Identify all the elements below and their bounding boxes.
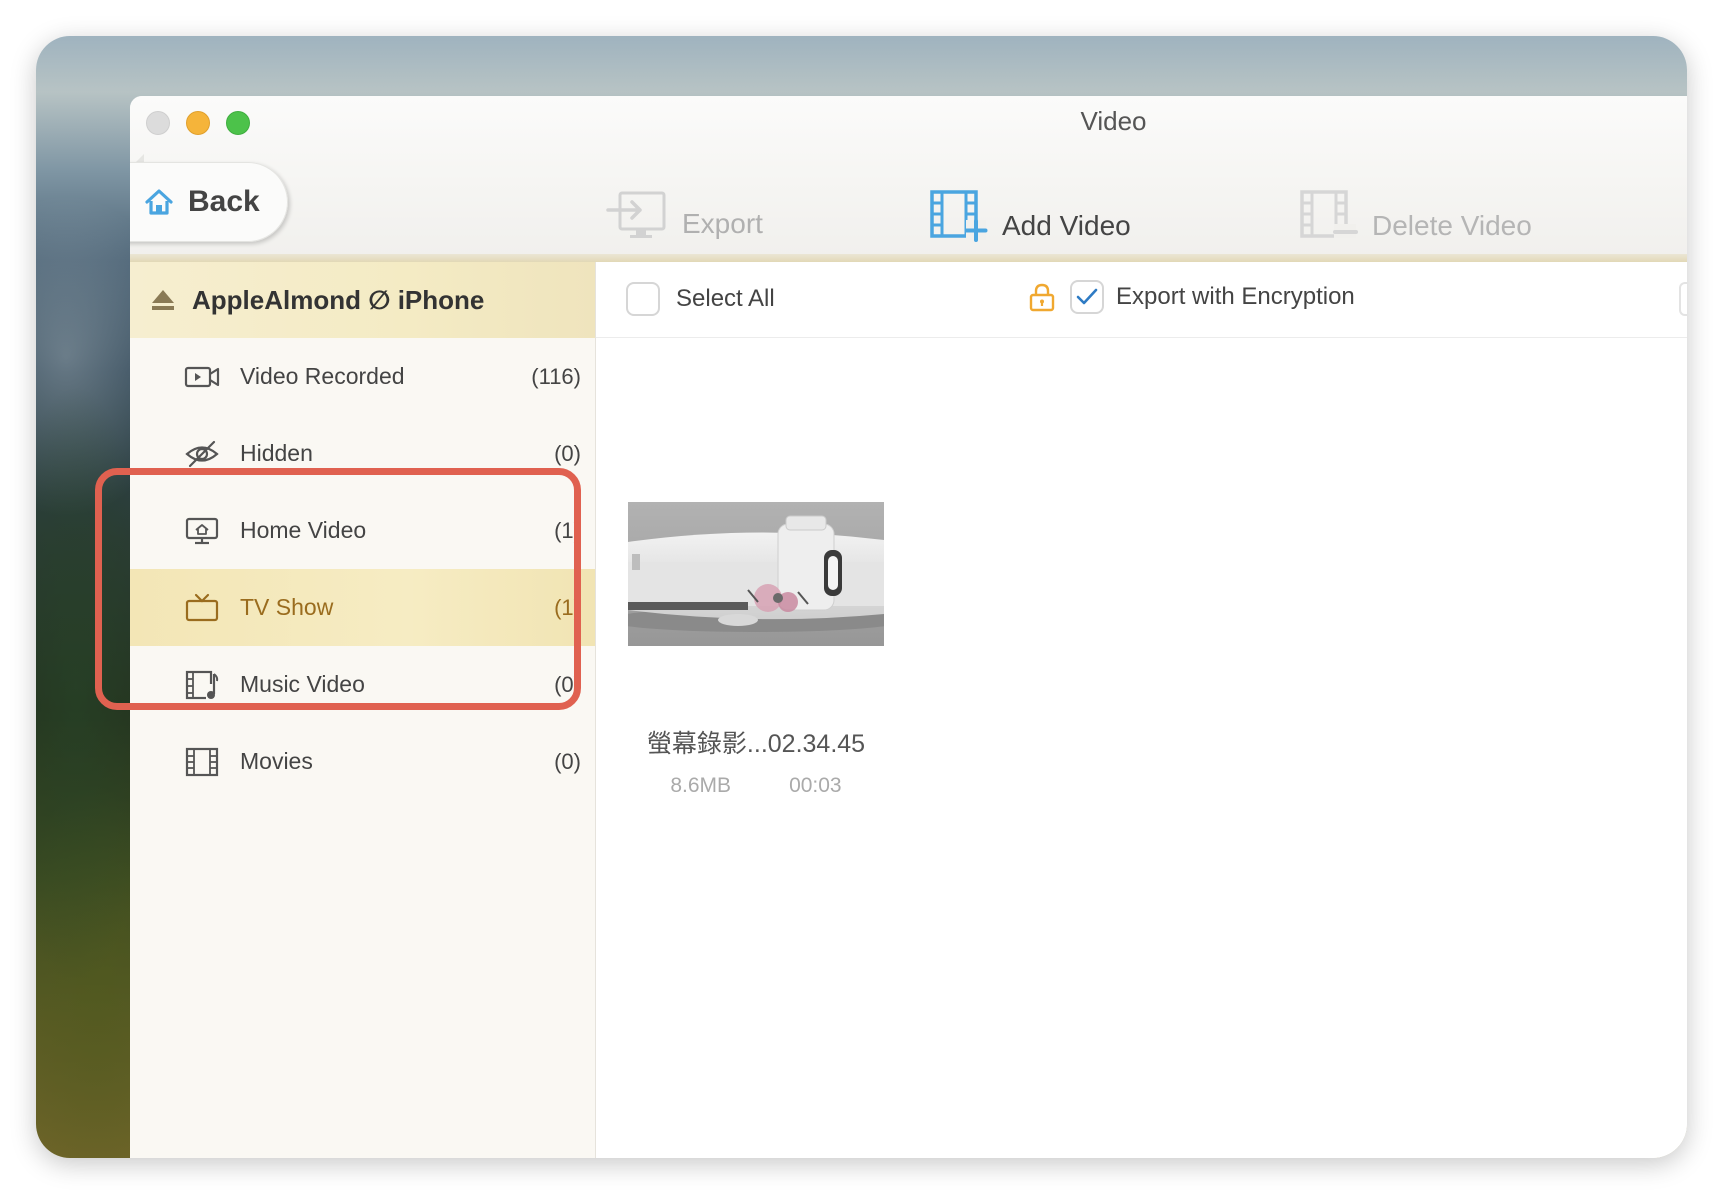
back-label: Back: [188, 185, 260, 218]
delete-video-icon: [1300, 190, 1358, 238]
sidebar-item-count: (1): [554, 518, 581, 543]
lock-icon: [1029, 283, 1055, 312]
sidebar-item-home-video[interactable]: Home Video (1): [130, 492, 595, 569]
export-icon: [606, 191, 666, 238]
tv-icon: [185, 593, 219, 621]
sidebar-item-label: Movies: [240, 748, 313, 774]
sidebar: AppleAlmond ∅ iPhone Video Recorded (116…: [130, 262, 596, 1158]
app-window: Video Back Export Add Video Delete Video…: [130, 96, 1687, 1158]
delete-video-button[interactable]: Delete Video: [1300, 190, 1532, 242]
film-strip-icon: [185, 747, 219, 776]
export-encryption-control[interactable]: Export with Encryption: [1028, 280, 1355, 314]
video-name: 螢幕錄影...02.34.45: [646, 730, 866, 758]
home-screen-icon: [185, 517, 219, 544]
video-camera-icon: [184, 366, 220, 387]
eject-icon: [152, 290, 174, 310]
sidebar-item-count: (0): [554, 441, 581, 466]
export-encryption-checkbox[interactable]: [1070, 280, 1104, 314]
add-video-label: Add Video: [1002, 210, 1131, 241]
video-meta: 8.6MB 00:03: [628, 774, 884, 798]
sidebar-item-hidden[interactable]: Hidden (0): [130, 415, 595, 492]
sidebar-item-label: Video Recorded: [240, 363, 405, 389]
select-all-checkbox[interactable]: [626, 282, 660, 316]
sidebar-item-count: (0): [554, 672, 581, 697]
export-button[interactable]: Export: [606, 190, 763, 240]
select-all-label: Select All: [676, 285, 775, 312]
music-film-icon: [185, 670, 220, 700]
export-label: Export: [682, 208, 763, 239]
eye-slash-icon: [185, 440, 219, 467]
select-all-control[interactable]: Select All: [626, 282, 775, 316]
sidebar-item-label: Home Video: [240, 517, 367, 543]
toolbar-divider: [130, 254, 1687, 262]
sidebar-item-label: Hidden: [240, 440, 313, 466]
titlebar: Video Back Export Add Video Delete Video: [130, 96, 1687, 256]
sidebar-item-movies[interactable]: Movies (0): [130, 723, 595, 800]
add-video-button[interactable]: Add Video: [930, 190, 1131, 242]
video-duration: 00:03: [789, 774, 842, 797]
checkmark-icon: [1076, 288, 1098, 305]
sidebar-item-count: (1): [554, 595, 581, 620]
add-video-icon: [930, 190, 988, 242]
video-thumbnail[interactable]: [628, 502, 884, 646]
selection-bar-edge-control[interactable]: [1679, 282, 1687, 316]
export-encryption-label: Export with Encryption: [1116, 283, 1355, 310]
sidebar-item-label: TV Show: [240, 594, 334, 620]
sidebar-item-video-recorded[interactable]: Video Recorded (116): [130, 338, 595, 415]
sidebar-item-count: (116): [531, 364, 581, 389]
window-title: Video: [1080, 106, 1147, 136]
video-thumbnail-image: [628, 502, 884, 646]
sidebar-item-count: (0): [554, 749, 581, 774]
device-header[interactable]: AppleAlmond ∅ iPhone: [130, 262, 595, 338]
back-button[interactable]: Back: [130, 162, 288, 242]
content-area: Select All Export with Encryption 螢幕錄影..…: [596, 262, 1687, 1158]
delete-video-label: Delete Video: [1372, 210, 1532, 241]
video-size: 8.6MB: [670, 774, 732, 797]
home-icon: [145, 189, 173, 215]
selection-bar: Select All Export with Encryption: [596, 262, 1687, 338]
sidebar-item-label: Music Video: [240, 671, 365, 697]
sidebar-item-music-video[interactable]: Music Video (0): [130, 646, 595, 723]
screenshot-frame: Video Back Export Add Video Delete Video…: [36, 36, 1687, 1158]
video-item[interactable]: 螢幕錄影...02.34.45 8.6MB 00:03: [628, 502, 888, 798]
sidebar-item-tv-show[interactable]: TV Show (1): [130, 569, 595, 646]
device-name: AppleAlmond ∅ iPhone: [192, 284, 485, 315]
